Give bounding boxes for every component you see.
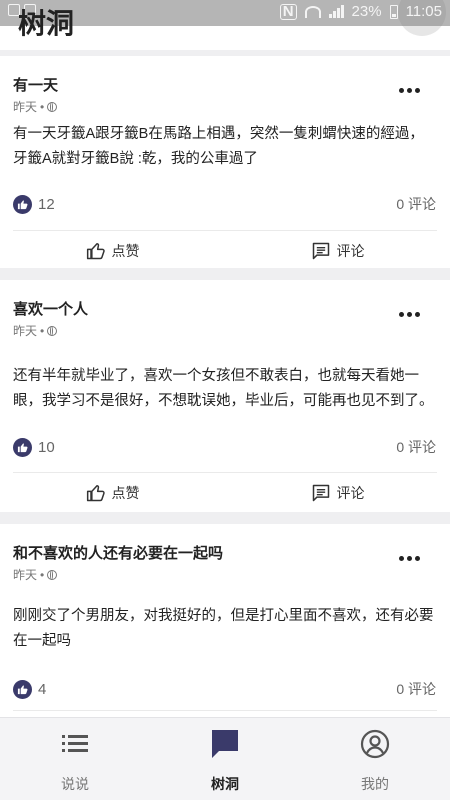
like-count: 10 <box>38 438 55 456</box>
like-badge-icon <box>13 194 32 214</box>
comment-button[interactable]: 评论 <box>225 473 450 513</box>
post-meta: 昨天 • <box>13 566 58 583</box>
battery-percent: 23% <box>351 3 382 20</box>
comment-count: 0 评论 <box>396 196 436 212</box>
wifi-icon <box>304 5 321 18</box>
post-title: 喜欢一个人 <box>13 301 89 318</box>
nav-item-wode[interactable]: 我的 <box>300 718 450 800</box>
more-options-icon[interactable] <box>399 312 420 317</box>
globe-icon <box>47 101 58 112</box>
post-meta: 昨天 • <box>13 322 58 339</box>
nav-label: 树洞 <box>211 776 239 792</box>
globe-icon <box>47 569 58 580</box>
post-card[interactable]: 和不喜欢的人还有必要在一起吗 昨天 • 刚刚交了个男朋友，对我挺好的，但是打心里… <box>0 524 450 718</box>
comment-count: 0 评论 <box>396 681 436 697</box>
post-meta: 昨天 • <box>13 98 58 115</box>
list-icon <box>62 728 88 760</box>
like-button[interactable]: 点赞 <box>0 231 225 271</box>
profile-icon <box>360 728 390 760</box>
post-stats: 10 0 评论 <box>13 436 436 458</box>
post-actions: 点赞 评论 <box>0 231 450 271</box>
battery-icon <box>389 4 398 19</box>
post-body: 有一天牙籤A跟牙籤B在馬路上相遇，突然一隻刺蝟快速的經過，牙籤A就對牙籤B說 :… <box>13 126 424 167</box>
post-card[interactable]: 有一天 昨天 • 有一天牙籤A跟牙籤B在馬路上相遇，突然一隻刺蝟快速的經過，牙籤… <box>0 56 450 268</box>
post-card[interactable]: 喜欢一个人 昨天 • 还有半年就毕业了，喜欢一个女孩但不敢表白，也就每天看她一眼… <box>0 280 450 512</box>
more-options-icon[interactable] <box>399 556 420 561</box>
like-button[interactable]: 点赞 <box>0 473 225 513</box>
post-stats: 4 0 评论 <box>13 678 436 700</box>
nav-label: 说说 <box>61 776 89 792</box>
like-button-label: 点赞 <box>111 485 140 501</box>
post-time: 昨天 <box>13 324 38 338</box>
nav-item-shudong[interactable]: 树洞 <box>150 718 300 800</box>
like-count: 4 <box>38 680 47 698</box>
comment-button-label: 评论 <box>336 243 365 259</box>
comment-count: 0 评论 <box>396 439 436 455</box>
like-badge-icon <box>13 437 32 457</box>
nav-item-shuoshuo[interactable]: 说说 <box>0 718 150 800</box>
nav-label: 我的 <box>361 776 389 792</box>
bottom-navigation: 说说 树洞 我的 <box>0 717 450 800</box>
post-body: 刚刚交了个男朋友，对我挺好的，但是打心里面不喜欢，还有必要在一起吗 <box>13 608 434 649</box>
like-count: 12 <box>38 195 55 213</box>
like-badge-icon <box>13 679 32 699</box>
clock: 11:05 <box>405 3 442 20</box>
comment-icon <box>311 483 331 503</box>
post-body: 还有半年就毕业了，喜欢一个女孩但不敢表白，也就每天看她一眼，我学习不是很好，不想… <box>13 368 434 409</box>
comment-button[interactable]: 评论 <box>225 231 450 271</box>
comment-button-label: 评论 <box>336 485 365 501</box>
thumbs-up-icon <box>86 241 106 261</box>
post-time: 昨天 <box>13 100 38 114</box>
post-title: 有一天 <box>13 77 59 94</box>
post-stats: 12 0 评论 <box>13 193 436 215</box>
divider <box>13 710 437 711</box>
chat-bubble-icon <box>211 728 239 760</box>
post-title: 和不喜欢的人还有必要在一起吗 <box>13 545 224 562</box>
post-time: 昨天 <box>13 568 38 582</box>
like-button-label: 点赞 <box>111 243 140 259</box>
globe-icon <box>47 325 58 336</box>
thumbs-up-icon <box>86 483 106 503</box>
comment-icon <box>311 241 331 261</box>
nfc-icon: N <box>279 3 297 20</box>
post-feed[interactable]: 有一天 昨天 • 有一天牙籤A跟牙籤B在馬路上相遇，突然一隻刺蝟快速的經過，牙籤… <box>0 50 450 718</box>
post-actions: 点赞 评论 <box>0 473 450 513</box>
page-title: 树洞 <box>18 8 75 39</box>
signal-icon <box>328 5 344 18</box>
more-options-icon[interactable] <box>399 88 420 93</box>
